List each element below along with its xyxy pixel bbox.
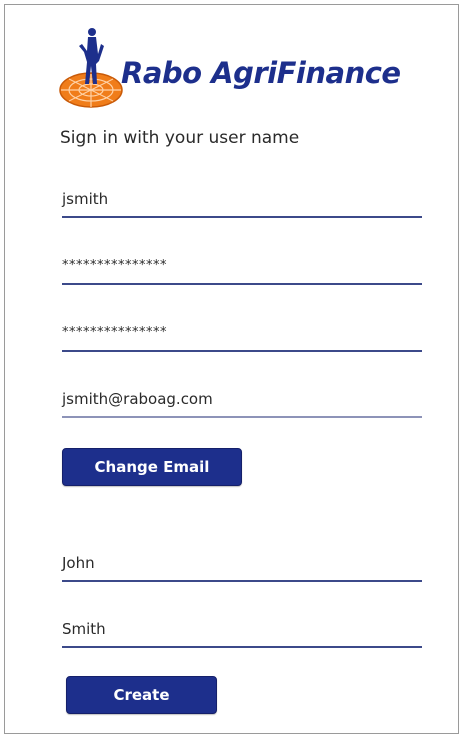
last-name-value: Smith xyxy=(62,620,106,638)
password-value: *************** xyxy=(62,258,167,273)
username-value: jsmith xyxy=(62,190,109,208)
brand-logo: Rabo AgriFinance xyxy=(55,24,401,110)
email-value: jsmith@raboag.com xyxy=(62,390,213,408)
email-field[interactable]: jsmith@raboag.com xyxy=(62,384,422,418)
last-name-field[interactable]: Smith xyxy=(62,614,422,648)
change-email-button[interactable]: Change Email xyxy=(62,448,242,486)
rabobank-figure-globe-icon xyxy=(59,28,123,108)
username-field[interactable]: jsmith xyxy=(62,184,422,218)
brand-name: Rabo AgriFinance xyxy=(121,56,401,90)
first-name-field[interactable]: John xyxy=(62,548,422,582)
create-button[interactable]: Create xyxy=(66,676,217,714)
signin-heading: Sign in with your user name xyxy=(60,128,300,148)
password-field[interactable]: *************** xyxy=(62,251,422,285)
confirm-password-value: *************** xyxy=(62,325,167,340)
confirm-password-field[interactable]: *************** xyxy=(62,318,422,352)
first-name-value: John xyxy=(62,554,95,572)
